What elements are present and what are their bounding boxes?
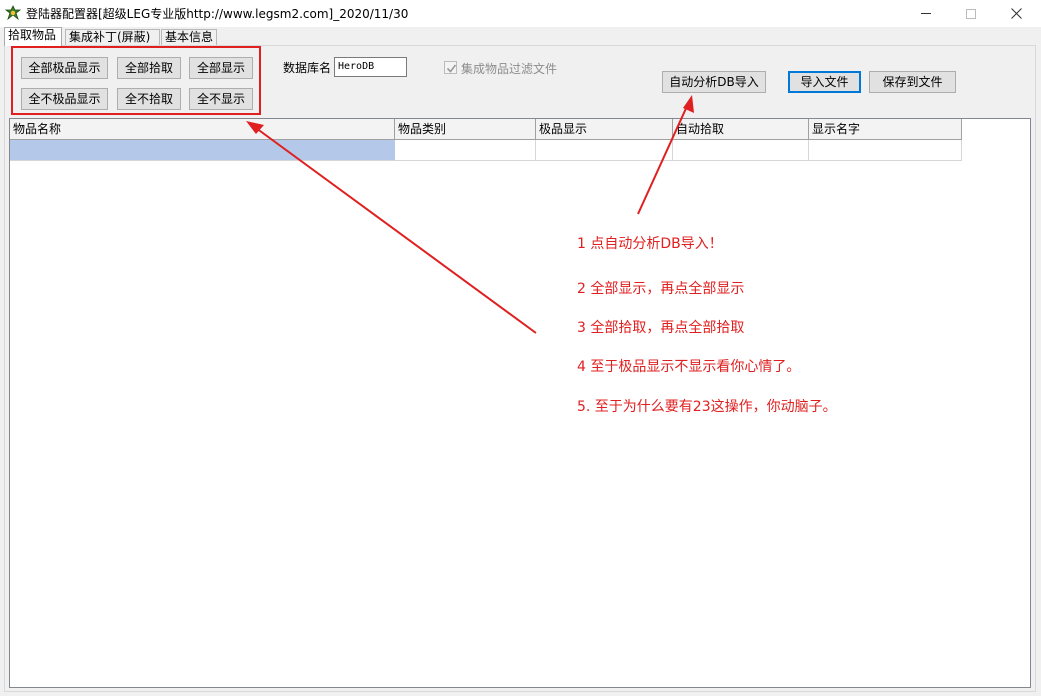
filter-checkbox[interactable]	[444, 61, 457, 74]
close-button[interactable]	[993, 0, 1039, 27]
minimize-button[interactable]	[903, 0, 949, 27]
annotation-step-1: 1 点自动分析DB导入！	[577, 236, 723, 252]
column-header-jipin-show[interactable]: 极品显示	[536, 119, 673, 140]
tab-integrated-patch[interactable]: 集成补丁(屏蔽)	[65, 29, 160, 45]
cell-auto-pickup[interactable]	[673, 140, 809, 161]
maximize-button[interactable]	[948, 0, 994, 27]
save-to-file-button[interactable]: 保存到文件	[869, 71, 956, 93]
items-grid[interactable]: 物品名称 物品类别 极品显示 自动拾取 显示名字	[9, 118, 1031, 688]
auto-import-db-button[interactable]: 自动分析DB导入	[662, 71, 766, 93]
app-icon	[5, 5, 21, 21]
maximize-icon	[966, 8, 976, 19]
annotation-step-4: 4 至于极品显示不显示看你心情了。	[577, 359, 801, 375]
import-file-button[interactable]: 导入文件	[788, 71, 861, 93]
column-header-auto-pickup[interactable]: 自动拾取	[673, 119, 809, 140]
cell-item-name[interactable]	[10, 140, 395, 161]
cell-display-name[interactable]	[809, 140, 962, 161]
column-header-item-name[interactable]: 物品名称	[10, 119, 395, 140]
column-header-display-name[interactable]: 显示名字	[809, 119, 962, 140]
annotation-step-3: 3 全部拾取，再点全部拾取	[577, 320, 745, 336]
annotation-step-5: 5. 至于为什么要有23这操作，你动脑子。	[577, 399, 837, 415]
filter-checkbox-label: 集成物品过滤文件	[461, 62, 558, 76]
column-header-item-type[interactable]: 物品类别	[395, 119, 536, 140]
title-bar: 登陆器配置器[超级LEG专业版http://www.legsm2.com]_20…	[0, 0, 1041, 27]
close-icon	[1010, 8, 1022, 19]
minimize-icon	[921, 13, 931, 14]
grid-header: 物品名称 物品类别 极品显示 自动拾取 显示名字	[10, 119, 962, 140]
table-row[interactable]	[10, 140, 962, 161]
window-title: 登陆器配置器[超级LEG专业版http://www.legsm2.com]_20…	[26, 7, 409, 21]
checkmark-icon	[446, 64, 457, 73]
cell-jipin-show[interactable]	[536, 140, 673, 161]
annotation-step-2: 2 全部显示，再点全部显示	[577, 281, 745, 297]
database-name-input[interactable]: HeroDB	[334, 57, 407, 77]
database-label: 数据库名	[283, 61, 332, 75]
tab-basic-info[interactable]: 基本信息	[161, 29, 217, 45]
tab-pickup-items[interactable]: 拾取物品	[4, 27, 62, 46]
highlight-box	[11, 46, 261, 115]
cell-item-type[interactable]	[395, 140, 536, 161]
